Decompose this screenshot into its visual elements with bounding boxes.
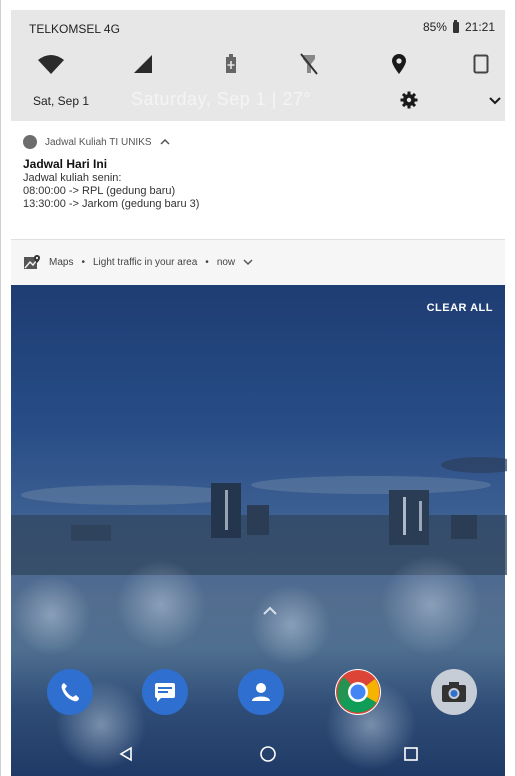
notification-jadwal-kuliah[interactable]: Jadwal Kuliah TI UNIKS Jadwal Hari Ini J… <box>11 121 505 240</box>
flashlight-off-icon[interactable] <box>295 50 323 78</box>
navigation-bar <box>11 732 505 776</box>
phone-icon <box>61 683 79 702</box>
notification-line: 13:30:00 -> Jarkom (gedung baru 3) <box>23 198 200 210</box>
maps-when: now <box>216 256 236 268</box>
contacts-icon <box>252 683 270 701</box>
notification-header: Jadwal Kuliah TI UNIKS <box>23 135 170 149</box>
clock: 21:21 <box>464 20 495 34</box>
back-icon[interactable] <box>115 744 137 764</box>
notification-app-name: Jadwal Kuliah TI UNIKS <box>45 136 152 148</box>
notification-body: Jadwal kuliah senin: 08:00:00 -> RPL (ge… <box>23 172 199 211</box>
chrome-app-icon[interactable] <box>335 669 381 715</box>
maps-text: Light traffic in your area <box>92 256 198 268</box>
location-icon[interactable] <box>385 50 413 78</box>
battery-saver-icon[interactable] <box>217 50 245 78</box>
cellular-signal-icon[interactable] <box>129 50 157 78</box>
expand-chevron-down-icon[interactable] <box>243 258 253 266</box>
home-wallpaper: CLEAR ALL <box>11 285 507 776</box>
separator-dot: • <box>205 256 209 268</box>
recents-icon[interactable] <box>400 744 422 764</box>
phone-app-icon[interactable] <box>47 669 93 715</box>
battery-icon <box>452 19 459 33</box>
quick-tiles <box>11 50 505 78</box>
settings-gear-icon[interactable] <box>399 90 419 110</box>
quick-settings-panel: TELKOMSEL 4G 85% 21:21 Sat, Sep 1 Saturd… <box>11 10 505 121</box>
ghost-date-weather: Saturday, Sep 1 | 27° <box>131 89 312 109</box>
app-avatar-icon <box>23 135 37 149</box>
clear-all-button[interactable]: CLEAR ALL <box>427 302 493 314</box>
messages-app-icon[interactable] <box>142 669 188 715</box>
notification-line: 08:00:00 -> RPL (gedung baru) <box>23 185 176 197</box>
status-right: 85% 21:21 <box>422 19 495 34</box>
app-drawer-chevron-up-icon[interactable] <box>261 603 279 615</box>
notification-maps[interactable]: Maps • Light traffic in your area • now <box>11 240 505 285</box>
contacts-app-icon[interactable] <box>238 669 284 715</box>
expand-chevron-down-icon[interactable] <box>485 90 505 110</box>
date-label: Sat, Sep 1 <box>33 94 90 108</box>
phone-screen: TELKOMSEL 4G 85% 21:21 Sat, Sep 1 Saturd… <box>0 0 516 776</box>
auto-rotate-icon[interactable] <box>467 50 495 78</box>
camera-app-icon[interactable] <box>431 669 477 715</box>
chrome-icon <box>336 670 380 714</box>
maps-icon <box>24 255 40 269</box>
wifi-icon[interactable] <box>37 50 65 78</box>
maps-app-name: Maps <box>49 256 74 268</box>
maps-notification-row: Maps • Light traffic in your area • now <box>23 254 253 270</box>
notification-line: Jadwal kuliah senin: <box>23 172 122 184</box>
carrier-label: TELKOMSEL 4G <box>29 22 120 36</box>
separator-dot: • <box>81 256 85 268</box>
camera-icon <box>442 682 466 702</box>
collapse-chevron-up-icon[interactable] <box>160 138 170 146</box>
messages-icon <box>155 683 175 702</box>
battery-percent: 85% <box>422 20 447 34</box>
home-icon[interactable] <box>257 744 279 764</box>
notification-title: Jadwal Hari Ini <box>23 157 108 171</box>
